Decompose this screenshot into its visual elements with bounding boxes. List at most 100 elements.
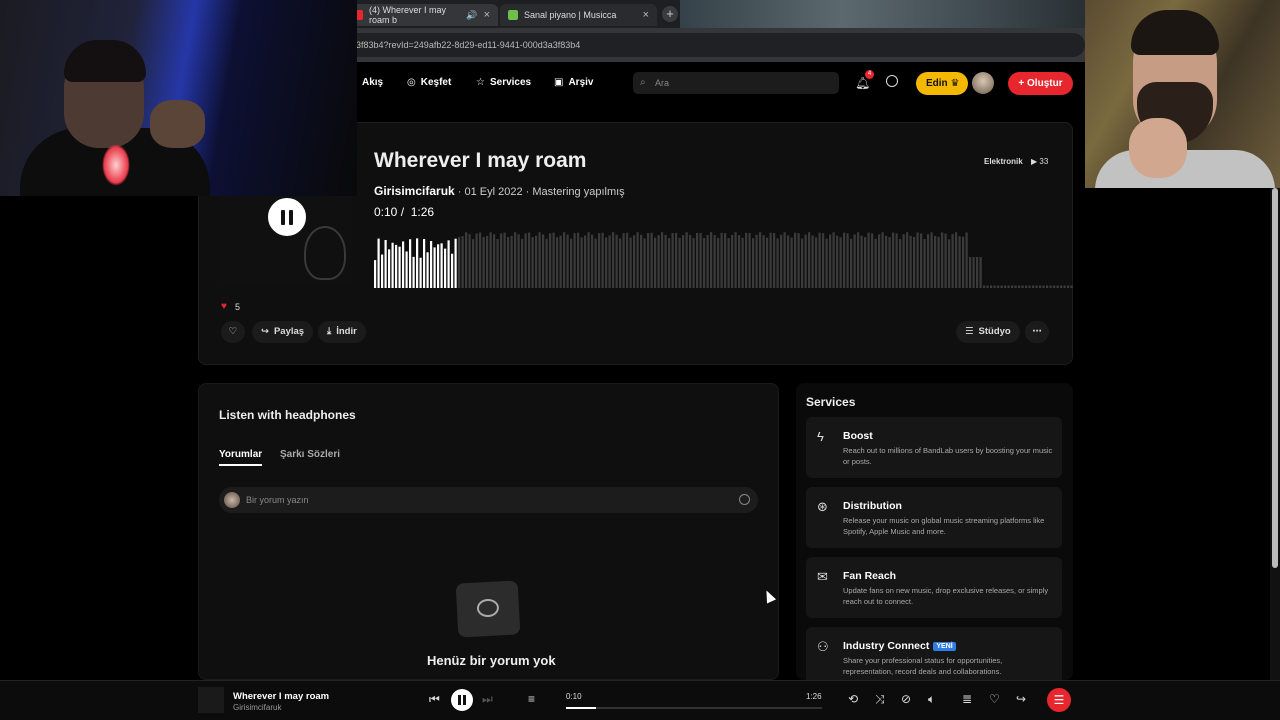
- waveform-bar[interactable]: [748, 233, 751, 288]
- share-button[interactable]: ↪ Paylaş: [252, 321, 314, 343]
- waveform-bar[interactable]: [549, 233, 552, 288]
- waveform-bar[interactable]: [983, 285, 986, 288]
- comment-input[interactable]: Bir yorum yazın: [219, 487, 758, 513]
- waveform-bar[interactable]: [965, 232, 968, 288]
- waveform-bar[interactable]: [720, 232, 723, 288]
- waveform-bar[interactable]: [423, 239, 426, 288]
- waveform-bar[interactable]: [997, 285, 1000, 288]
- waveform-bar[interactable]: [752, 238, 755, 288]
- waveform-bar[interactable]: [976, 257, 979, 288]
- waveform-bar[interactable]: [664, 234, 667, 288]
- waveform-bar[interactable]: [489, 232, 492, 288]
- waveform-bar[interactable]: [566, 234, 569, 288]
- repeat-icon[interactable]: ⟲: [848, 692, 858, 706]
- waveform-bar[interactable]: [458, 236, 461, 288]
- waveform-bar[interactable]: [538, 232, 541, 288]
- previous-icon[interactable]: ⏮: [429, 692, 440, 707]
- waveform-bar[interactable]: [587, 232, 590, 288]
- waveform-bar[interactable]: [1035, 285, 1038, 288]
- edin-button[interactable]: Edin ♛: [916, 72, 968, 95]
- audio-playing-icon[interactable]: 🔊: [466, 10, 477, 21]
- waveform-bar[interactable]: [671, 233, 674, 288]
- waveform-bar[interactable]: [766, 237, 769, 288]
- waveform-bar[interactable]: [622, 233, 625, 288]
- waveform-bar[interactable]: [465, 232, 468, 288]
- waveform-bar[interactable]: [1049, 285, 1052, 288]
- waveform-bar[interactable]: [843, 232, 846, 288]
- waveform-bar[interactable]: [391, 242, 394, 288]
- waveform-bar[interactable]: [1028, 285, 1031, 288]
- pause-button[interactable]: [266, 196, 308, 238]
- waveform-bar[interactable]: [951, 234, 954, 288]
- player-artist[interactable]: Girisimcifaruk: [233, 703, 281, 712]
- waveform-bar[interactable]: [419, 257, 422, 288]
- no-audio-icon[interactable]: ⊘: [901, 692, 911, 706]
- waveform-bar[interactable]: [409, 239, 412, 288]
- waveform-bar[interactable]: [1018, 285, 1021, 288]
- waveform-bar[interactable]: [787, 235, 790, 288]
- waveform-bar[interactable]: [591, 234, 594, 288]
- waveform-bar[interactable]: [832, 232, 835, 288]
- close-tab-icon[interactable]: ×: [484, 9, 490, 21]
- waveform-bar[interactable]: [1014, 285, 1017, 288]
- waveform-bar[interactable]: [657, 235, 660, 288]
- waveform-bar[interactable]: [475, 233, 478, 288]
- waveform-bar[interactable]: [461, 236, 464, 288]
- waveform-bar[interactable]: [577, 232, 580, 288]
- genre-tag[interactable]: Elektronik: [978, 154, 1029, 170]
- waveform-bar[interactable]: [899, 238, 902, 288]
- waveform-bar[interactable]: [853, 234, 856, 288]
- waveform-bar[interactable]: [993, 285, 996, 288]
- waveform-bar[interactable]: [374, 260, 377, 288]
- waveform-bar[interactable]: [892, 232, 895, 288]
- waveform-bar[interactable]: [496, 239, 499, 288]
- studio-button[interactable]: ☰ Stüdyo: [956, 321, 1020, 343]
- waveform-bar[interactable]: [762, 235, 765, 288]
- waveform-bar[interactable]: [1067, 285, 1070, 288]
- waveform-bar[interactable]: [811, 235, 814, 288]
- waveform-bar[interactable]: [934, 235, 937, 288]
- waveform-bar[interactable]: [958, 236, 961, 288]
- waveform-bar[interactable]: [860, 235, 863, 288]
- share-icon[interactable]: ↪: [1016, 692, 1026, 706]
- waveform-bar[interactable]: [440, 243, 443, 288]
- waveform-bar[interactable]: [920, 233, 923, 289]
- waveform-bar[interactable]: [559, 235, 562, 288]
- waveform-bar[interactable]: [643, 238, 646, 288]
- service-distribution[interactable]: ⊛ Distribution Release your music on glo…: [806, 487, 1062, 548]
- waveform-bar[interactable]: [885, 235, 888, 288]
- waveform-bar[interactable]: [962, 236, 965, 288]
- waveform-bar[interactable]: [713, 235, 716, 288]
- waveform-bar[interactable]: [979, 257, 982, 288]
- waveform-bar[interactable]: [797, 233, 800, 288]
- waveform-bar[interactable]: [857, 232, 860, 288]
- player-thumbnail[interactable]: [198, 687, 224, 713]
- service-industry-connect[interactable]: ⚇ Industry Connect YENİ Share your profes…: [806, 627, 1062, 688]
- waveform-bar[interactable]: [482, 236, 485, 288]
- nav-explore[interactable]: ◎ Keşfet: [407, 77, 451, 88]
- waveform-bar[interactable]: [1032, 285, 1035, 288]
- waveform-bar[interactable]: [818, 232, 821, 288]
- waveform-bar[interactable]: [1042, 285, 1045, 288]
- waveform-bar[interactable]: [773, 233, 776, 288]
- waveform-bar[interactable]: [801, 238, 804, 288]
- waveform-bar[interactable]: [388, 249, 391, 288]
- waveform-bar[interactable]: [395, 244, 398, 288]
- waveform-bar[interactable]: [647, 233, 650, 288]
- download-button[interactable]: ⤓ İndir: [318, 321, 366, 343]
- waveform-bar[interactable]: [955, 232, 958, 288]
- waveform-bar[interactable]: [678, 237, 681, 288]
- more-options-button[interactable]: ⋯: [1025, 321, 1049, 343]
- service-boost[interactable]: ϟ Boost Reach out to millions of BandLab…: [806, 417, 1062, 478]
- like-button[interactable]: ♡: [221, 321, 245, 343]
- waveform-bar[interactable]: [846, 233, 849, 288]
- waveform-bar[interactable]: [710, 232, 713, 288]
- service-fan-reach[interactable]: ✉ Fan Reach Update fans on new music, dr…: [806, 557, 1062, 618]
- waveform-bar[interactable]: [454, 238, 457, 288]
- user-avatar[interactable]: [972, 72, 994, 94]
- waveform-bar[interactable]: [1039, 285, 1042, 288]
- waveform-bar[interactable]: [650, 232, 653, 288]
- seek-bar-progress[interactable]: [566, 707, 596, 709]
- waveform-bar[interactable]: [1053, 285, 1056, 288]
- waveform-bar[interactable]: [850, 238, 853, 288]
